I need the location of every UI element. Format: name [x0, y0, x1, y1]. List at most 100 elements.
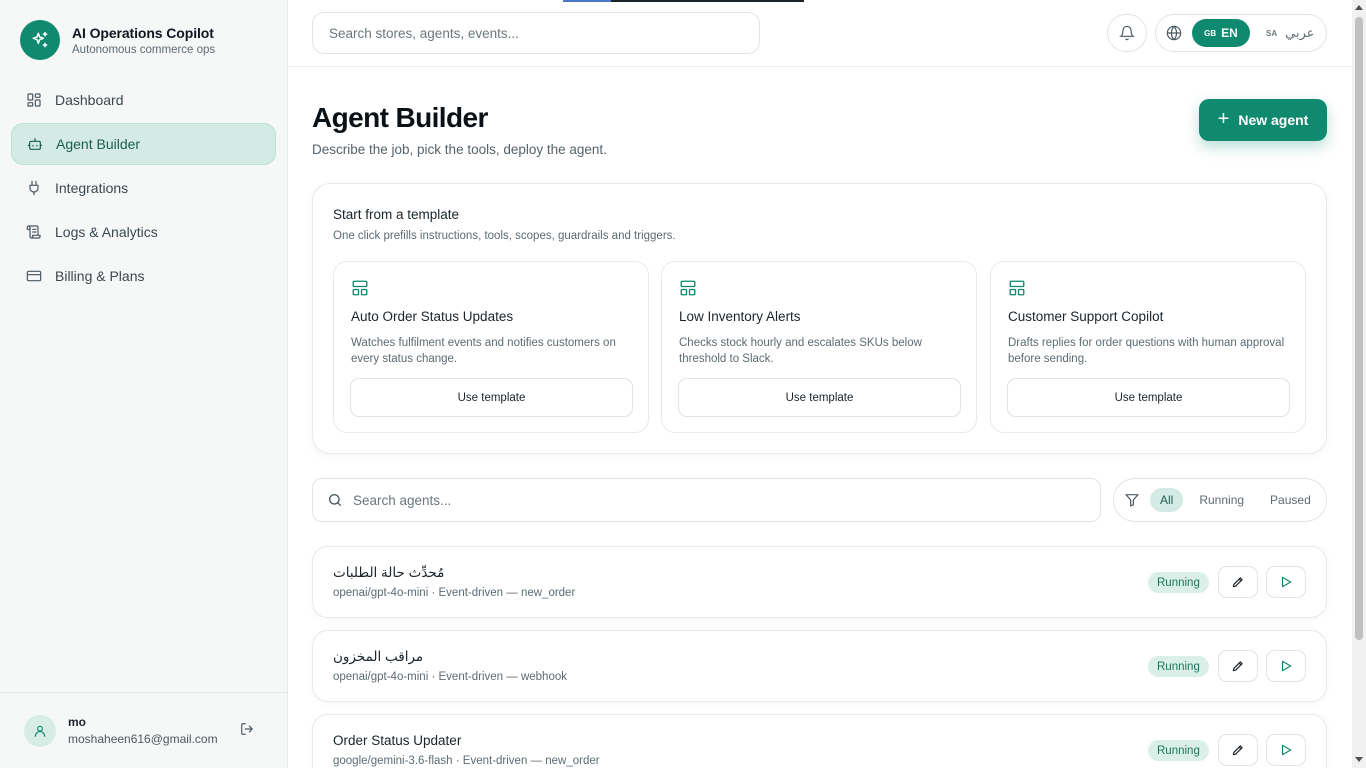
- user-icon: [34, 725, 46, 737]
- agent-trigger: Event-driven — new_order: [462, 755, 600, 767]
- agent-row[interactable]: مراقب المخزون openai/gpt-4o-mini · Event…: [312, 630, 1327, 702]
- sidebar: AI Operations Copilot Autonomous commerc…: [0, 0, 288, 768]
- sidebar-item-label: Billing & Plans: [55, 268, 145, 284]
- scroll-thumb[interactable]: [1355, 17, 1363, 640]
- new-agent-button[interactable]: + New agent: [1199, 99, 1327, 141]
- layout-icon: [1008, 279, 1026, 297]
- template-name: Auto Order Status Updates: [351, 309, 514, 324]
- sidebar-item-label: Dashboard: [55, 92, 124, 108]
- edit-agent-button[interactable]: [1218, 566, 1258, 598]
- status-badge: Running: [1148, 740, 1209, 761]
- scroll-icon: [26, 224, 42, 240]
- page-title: Agent Builder: [312, 102, 488, 133]
- template-name: Low Inventory Alerts: [679, 309, 801, 324]
- sidebar-item-logs-analytics[interactable]: Logs & Analytics: [11, 211, 276, 253]
- agent-name: Order Status Updater: [333, 733, 462, 748]
- language-switcher: GB EN SA عربي: [1155, 14, 1327, 52]
- language-en-button[interactable]: GB EN: [1192, 19, 1250, 47]
- template-description: Watches fulfilment events and notifies c…: [351, 337, 616, 365]
- top-bar: Search stores, agents, events... GB EN S…: [288, 0, 1352, 67]
- use-template-button[interactable]: Use template: [350, 378, 633, 417]
- global-search-input[interactable]: Search stores, agents, events...: [312, 12, 760, 54]
- sidebar-item-agent-builder[interactable]: Agent Builder: [11, 123, 276, 165]
- logout-icon[interactable]: [240, 722, 258, 740]
- sidebar-item-label: Integrations: [55, 180, 129, 196]
- template-card: Auto Order Status Updates Watches fulfil…: [333, 261, 649, 433]
- scroll-up-arrow[interactable]: [1355, 5, 1363, 10]
- template-description: Checks stock hourly and escalates SKUs b…: [679, 337, 922, 365]
- run-agent-button[interactable]: [1266, 650, 1306, 682]
- template-heading: Start from a template: [333, 207, 460, 222]
- agent-name: مراقب المخزون: [333, 649, 424, 664]
- sidebar-item-label: Agent Builder: [56, 136, 141, 152]
- use-template-button[interactable]: Use template: [678, 378, 961, 417]
- scroll-down-arrow[interactable]: [1355, 757, 1363, 762]
- run-agent-button[interactable]: [1266, 566, 1306, 598]
- template-card: Low Inventory Alerts Checks stock hourly…: [661, 261, 977, 433]
- page-subtitle: Describe the job, pick the tools, deploy…: [312, 142, 607, 157]
- user-name: mo: [68, 715, 86, 729]
- notifications-button[interactable]: [1107, 14, 1147, 52]
- agent-name: مُحدِّث حالة الطلبات: [333, 565, 445, 580]
- template-name: Customer Support Copilot: [1008, 309, 1164, 324]
- status-filter: All Running Paused: [1113, 478, 1327, 522]
- edit-agent-button[interactable]: [1218, 734, 1258, 766]
- use-template-button[interactable]: Use template: [1007, 378, 1290, 417]
- pencil-icon: [1231, 659, 1245, 673]
- status-badge: Running: [1148, 656, 1209, 677]
- language-ar-label: عربي: [1285, 25, 1315, 40]
- brand-title: AI Operations Copilot: [72, 24, 214, 41]
- bot-icon: [27, 136, 43, 152]
- template-subheading: One click prefills instructions, tools, …: [333, 230, 676, 242]
- template-card: Customer Support Copilot Drafts replies …: [990, 261, 1306, 433]
- search-icon: [327, 492, 343, 508]
- agent-row[interactable]: مُحدِّث حالة الطلبات openai/gpt-4o-mini …: [312, 546, 1327, 618]
- page-scrollbar[interactable]: [1352, 0, 1366, 768]
- sidebar-item-label: Logs & Analytics: [55, 224, 158, 240]
- new-agent-label: New agent: [1238, 112, 1309, 128]
- template-description: Drafts replies for order questions with …: [1008, 337, 1285, 365]
- pencil-icon: [1231, 575, 1245, 589]
- user-profile: mo moshaheen616@gmail.com: [0, 692, 288, 768]
- flag-gb: GB: [1204, 28, 1217, 38]
- brand[interactable]: AI Operations Copilot Autonomous commerc…: [20, 20, 215, 60]
- layout-icon: [679, 279, 697, 297]
- sidebar-item-dashboard[interactable]: Dashboard: [11, 79, 276, 121]
- avatar[interactable]: [24, 714, 56, 747]
- agent-model: openai/gpt-4o-mini: [333, 587, 429, 599]
- plus-icon: +: [1217, 108, 1230, 130]
- filter-paused[interactable]: Paused: [1260, 488, 1321, 512]
- agent-meta: openai/gpt-4o-mini · Event-driven — webh…: [333, 671, 567, 683]
- filter-running[interactable]: Running: [1189, 488, 1254, 512]
- agent-meta: google/gemini-3.6-flash · Event-driven —…: [333, 755, 600, 767]
- agent-model: openai/gpt-4o-mini: [333, 671, 429, 683]
- edit-agent-button[interactable]: [1218, 650, 1258, 682]
- language-en-label: EN: [1221, 26, 1238, 40]
- play-icon: [1279, 659, 1293, 673]
- filter-icon: [1124, 492, 1140, 508]
- brand-subtitle: Autonomous commerce ops: [72, 43, 216, 56]
- agent-row[interactable]: Order Status Updater google/gemini-3.6-f…: [312, 714, 1327, 768]
- run-agent-button[interactable]: [1266, 734, 1306, 766]
- template-section: Start from a template One click prefills…: [312, 183, 1327, 454]
- sparkles-icon: [20, 20, 60, 60]
- top-accent-line-blue: [563, 0, 611, 2]
- agent-meta: openai/gpt-4o-mini · Event-driven — new_…: [333, 587, 576, 599]
- agent-trigger: Event-driven — webhook: [438, 671, 567, 683]
- flag-sa: SA: [1266, 28, 1278, 38]
- bell-icon: [1119, 25, 1135, 41]
- agent-trigger: Event-driven — new_order: [438, 587, 576, 599]
- dashboard-icon: [26, 92, 42, 108]
- globe-icon: [1166, 25, 1182, 41]
- agent-search-input[interactable]: Search agents...: [312, 478, 1101, 522]
- play-icon: [1279, 743, 1293, 757]
- sidebar-item-integrations[interactable]: Integrations: [11, 167, 276, 209]
- play-icon: [1279, 575, 1293, 589]
- sidebar-item-billing-plans[interactable]: Billing & Plans: [11, 255, 276, 297]
- layout-icon: [351, 279, 369, 297]
- language-ar-button[interactable]: SA عربي: [1266, 25, 1315, 41]
- credit-card-icon: [26, 268, 42, 284]
- agent-model: google/gemini-3.6-flash: [333, 755, 453, 767]
- status-badge: Running: [1148, 572, 1209, 593]
- filter-all[interactable]: All: [1150, 488, 1184, 512]
